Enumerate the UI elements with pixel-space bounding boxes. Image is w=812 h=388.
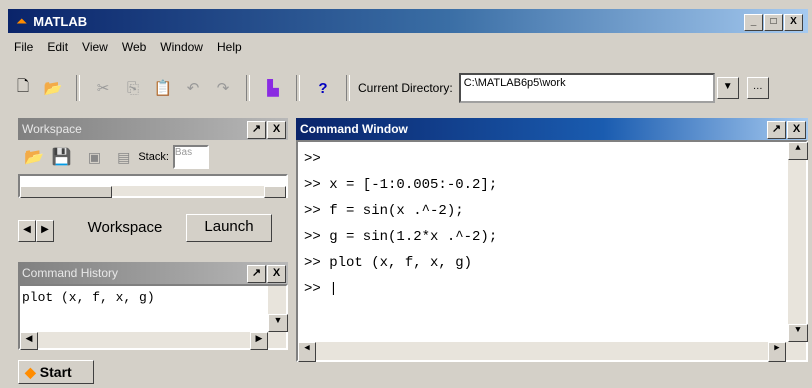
tab-launch[interactable]: Launch	[186, 214, 272, 242]
command-window-title: Command Window	[300, 122, 408, 136]
undock-icon[interactable]: ↗	[247, 265, 266, 283]
tab-workspace[interactable]: Workspace	[64, 214, 186, 242]
command-console[interactable]: >> >> x = [-1:0.005:-0.2]; >> f = sin(x …	[296, 140, 808, 362]
horizontal-scrollbar[interactable]	[20, 186, 286, 198]
workspace-list-area[interactable]	[18, 174, 288, 198]
close-icon[interactable]: X	[267, 265, 286, 283]
paste-icon[interactable]: 📋	[150, 75, 176, 101]
undo-icon[interactable]: ↶	[180, 75, 206, 101]
minimize-button[interactable]: _	[744, 14, 763, 31]
menu-help[interactable]: Help	[217, 40, 242, 54]
toolbar-separator	[296, 75, 300, 101]
vertical-scrollbar[interactable]: ▲ ▼	[788, 142, 808, 342]
toolbar-separator	[76, 75, 80, 101]
toolbar: 🗋 📂 ✂ ⎘ 📋 ↶ ↷ ▙ ? Current Directory: C:\…	[8, 70, 808, 106]
workspace-toolbar: 📂 💾 ▣ ▤ Stack: Bas	[18, 140, 288, 174]
workspace-tabs: ◀ ▶ Workspace Launch	[18, 198, 288, 242]
scroll-up-icon[interactable]: ▲	[788, 142, 808, 160]
current-directory-input[interactable]: C:\MATLAB6p5\work	[458, 73, 715, 103]
window-controls: _ □ X	[744, 14, 803, 31]
console-prompt[interactable]: >> |	[304, 276, 800, 302]
new-file-icon[interactable]: 🗋	[10, 75, 36, 101]
menu-file[interactable]: File	[14, 40, 33, 54]
scroll-left-icon[interactable]: ◀	[298, 342, 316, 362]
menu-bar: File Edit View Web Window Help	[8, 36, 808, 58]
console-line: >> g = sin(1.2*x .^-2);	[304, 229, 498, 245]
command-history-title: Command History	[22, 266, 119, 280]
open-folder-icon[interactable]: 📂	[40, 75, 66, 101]
redo-icon[interactable]: ↷	[210, 75, 236, 101]
command-history-header: Command History ↗ X	[18, 262, 288, 284]
menu-edit[interactable]: Edit	[47, 40, 68, 54]
open-folder-icon[interactable]: 📂	[24, 147, 44, 167]
cut-icon[interactable]: ✂	[90, 75, 116, 101]
horizontal-scrollbar[interactable]: ◀ ▶	[20, 332, 286, 350]
console-line: >> x = [-1:0.005:-0.2];	[304, 177, 498, 193]
command-history-list[interactable]: plot (x, f, x, g) ▼ ◀ ▶	[18, 284, 288, 350]
save-icon[interactable]: 💾	[52, 147, 72, 167]
scroll-right-icon[interactable]	[264, 186, 286, 198]
delete-icon[interactable]: ▤	[117, 149, 130, 166]
current-directory-label: Current Directory:	[358, 81, 453, 95]
close-icon[interactable]: X	[267, 121, 286, 139]
chevron-down-icon[interactable]: ▼	[716, 77, 739, 99]
close-icon[interactable]: X	[787, 121, 806, 139]
scroll-down-icon[interactable]: ▼	[788, 324, 808, 342]
toolbar-separator	[246, 75, 250, 101]
start-label: Start	[39, 364, 72, 380]
copy-icon[interactable]: ⎘	[120, 75, 146, 101]
tab-scroll-right-icon[interactable]: ▶	[36, 220, 54, 242]
workspace-header: Workspace ↗ X	[18, 118, 288, 140]
maximize-button[interactable]: □	[764, 14, 783, 31]
history-entry[interactable]: plot (x, f, x, g)	[20, 286, 286, 309]
horizontal-scrollbar[interactable]: ◀ ▶	[298, 342, 806, 362]
vertical-scrollbar[interactable]: ▼	[268, 286, 288, 332]
menu-view[interactable]: View	[82, 40, 108, 54]
close-window-button[interactable]: X	[784, 14, 803, 31]
menu-window[interactable]: Window	[160, 40, 203, 54]
stack-label: Stack:	[138, 151, 169, 163]
tab-scroll-left-icon[interactable]: ◀	[18, 220, 36, 242]
matlab-logo-icon: ◆	[25, 363, 36, 380]
scroll-thumb[interactable]	[20, 186, 112, 198]
console-line: >> f = sin(x .^-2);	[304, 203, 464, 219]
window-title: MATLAB	[33, 13, 88, 29]
scroll-right-icon[interactable]: ▶	[250, 332, 268, 350]
scroll-left-icon[interactable]: ◀	[20, 332, 38, 350]
console-line: >>	[304, 151, 321, 167]
undock-icon[interactable]: ↗	[247, 121, 266, 139]
menu-web[interactable]: Web	[122, 40, 146, 54]
help-button[interactable]: ?	[310, 75, 336, 101]
matlab-logo-icon: ⏶	[16, 12, 28, 29]
command-window: Command Window ↗ X >> >> x = [-1:0.005:-…	[296, 118, 808, 362]
console-line: >> plot (x, f, x, g)	[304, 255, 473, 271]
command-history-panel: Command History ↗ X plot (x, f, x, g) ▼ …	[18, 262, 288, 350]
import-data-icon[interactable]: ▣	[88, 149, 101, 166]
title-bar: ⏶ MATLAB	[8, 9, 808, 33]
simulink-icon[interactable]: ▙	[260, 75, 286, 101]
command-window-header: Command Window ↗ X	[296, 118, 808, 140]
scroll-down-icon[interactable]: ▼	[268, 314, 288, 332]
stack-select[interactable]: Bas	[172, 145, 209, 169]
workspace-panel: Workspace ↗ X 📂 💾 ▣ ▤ Stack: Bas ◀ ▶ Wor…	[18, 118, 288, 248]
scroll-right-icon[interactable]: ▶	[768, 342, 786, 362]
toolbar-separator	[346, 75, 350, 101]
undock-icon[interactable]: ↗	[767, 121, 786, 139]
start-button[interactable]: ◆ Start	[18, 360, 94, 384]
workspace-title: Workspace	[22, 122, 82, 136]
browse-directory-button[interactable]: …	[746, 77, 769, 99]
